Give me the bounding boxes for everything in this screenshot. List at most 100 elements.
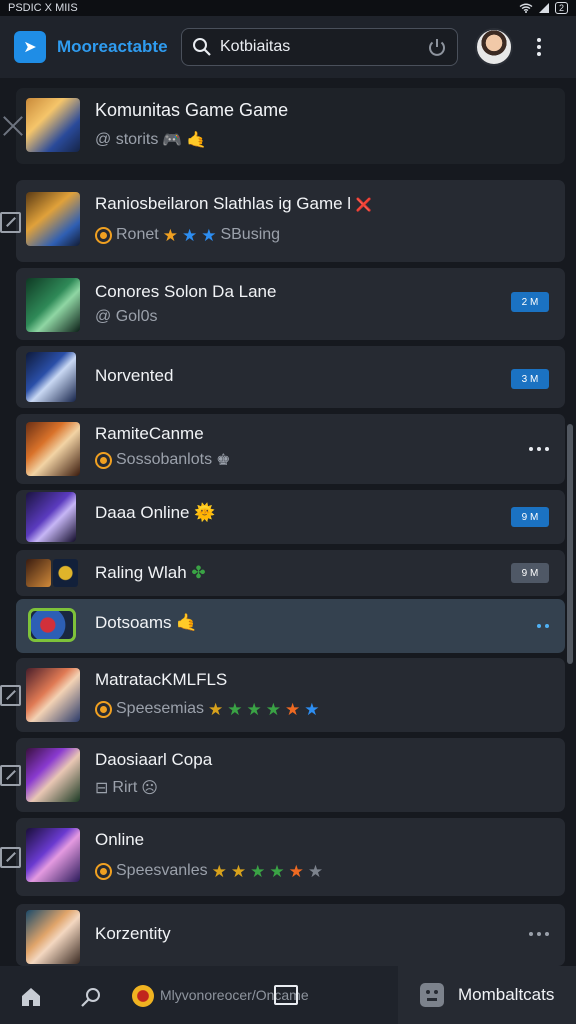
item-title-emoji: 🤙 (176, 613, 198, 632)
list-item-selected[interactable]: Dotsoams 🤙 (16, 599, 565, 653)
external-link-icon[interactable] (0, 765, 21, 786)
list-item[interactable]: Raniosbeilaron Slathlas ig Game l ❌ Rone… (0, 180, 565, 262)
star-icon: ★ (211, 861, 227, 881)
game-thumbnail (26, 422, 80, 476)
battery-icon: 2 (554, 2, 568, 14)
wifi-icon (519, 3, 533, 13)
nav-tab-active[interactable]: Mombaltcats (398, 966, 576, 1024)
list-item[interactable]: Online Speesvanles ★ ★ ★ ★ ★ ★ (0, 818, 565, 896)
crown-icon: ♚ (216, 452, 231, 469)
external-link-icon[interactable] (0, 685, 21, 706)
list-item[interactable]: Conores Solon Da Lane @ Gol0s 2 M (16, 268, 565, 340)
search-icon[interactable] (80, 986, 102, 1008)
status-bar: PSDIC X MIIS 2 (0, 0, 576, 16)
item-title: Korzentity (95, 924, 171, 943)
item-subtitle: @ Gol0s (95, 308, 158, 325)
game-thumbnail (26, 910, 80, 964)
search-icon (193, 38, 211, 56)
status-text: PSDIC X MIIS (8, 2, 78, 14)
community-icon (420, 983, 444, 1007)
nav-center-label[interactable]: Mlyvonoreocer/Oncame (160, 987, 356, 1003)
item-subtitle: Speesemias (116, 700, 205, 717)
item-title: Daaa Online (95, 503, 190, 522)
inbox-icon: ⊟ (95, 780, 109, 797)
game-thumbnail (28, 608, 76, 642)
item-title-emoji: 🌞 (194, 503, 216, 522)
pinned-subtitle: @ storits (95, 131, 159, 148)
star-icon: ★ (162, 225, 178, 245)
list-item[interactable]: Daaa Online 🌞 9 M (16, 490, 565, 544)
list-item[interactable]: Raling Wlah ✤ 9 M (16, 550, 565, 596)
game-thumbnail (26, 98, 80, 152)
star-icon: ★ (246, 699, 262, 719)
game-coin-icon[interactable] (132, 985, 154, 1007)
scrollbar[interactable] (567, 424, 573, 664)
star-icon: ★ (201, 225, 217, 245)
app-logo-icon[interactable]: ➤ (14, 31, 46, 63)
star-icon: ★ (304, 699, 320, 719)
pinned-title: Komunitas Game Game (95, 100, 289, 120)
more-options-icon[interactable] (529, 447, 549, 451)
star-icon: ★ (208, 699, 224, 719)
home-icon[interactable] (20, 986, 42, 1008)
game-thumbnail (26, 492, 76, 542)
coin-icon (95, 226, 112, 244)
list-item[interactable]: Daosiaarl Copa ⊟ Rirt ☹ (0, 738, 565, 812)
item-subtitle: Sossobanlots (116, 451, 213, 468)
item-title: Conores Solon Da Lane (95, 282, 277, 301)
list-item[interactable]: Korzentity (16, 904, 565, 966)
game-thumbnail (26, 828, 80, 882)
chat-icon[interactable] (274, 985, 298, 1005)
power-icon[interactable] (427, 37, 447, 57)
item-subtitle-extra: SBusing (220, 226, 281, 243)
search-box[interactable] (181, 28, 458, 66)
face-icon: ☹ (141, 780, 158, 797)
list-item[interactable]: RamiteCanme Sossobanlots ♚ (16, 414, 565, 484)
item-title: Online (95, 830, 145, 849)
search-input[interactable] (220, 38, 427, 56)
user-avatar[interactable] (475, 28, 513, 66)
more-options-icon[interactable] (537, 624, 549, 628)
star-icon: ★ (307, 861, 324, 881)
item-title: Raling Wlah (95, 563, 187, 582)
item-title: Daosiaarl Copa (95, 750, 213, 769)
member-count-badge[interactable]: 3 M (511, 369, 549, 389)
community-list: Komunitas Game Game @ storits 🎮 🤙 Ranios… (0, 78, 576, 966)
pinned-community-card[interactable]: Komunitas Game Game @ storits 🎮 🤙 (16, 88, 565, 164)
game-thumbnail (26, 668, 80, 722)
game-thumbnail (53, 559, 78, 587)
app-title: Mooreactabte (57, 37, 168, 56)
coin-icon (95, 862, 112, 880)
item-title: RamiteCanme (95, 424, 204, 443)
star-icon: ★ (230, 861, 247, 881)
signal-icon (538, 3, 549, 13)
star-icon: ★ (269, 861, 285, 881)
list-item[interactable]: MatratacKMLFLS Speesemias ★ ★ ★ ★ ★ ★ (0, 658, 565, 732)
member-count-badge[interactable]: 9 M (511, 563, 549, 583)
member-count-badge[interactable]: 9 M (511, 507, 549, 527)
game-thumbnail (26, 352, 76, 402)
item-subtitle: Ronet (116, 226, 159, 243)
star-icon: ★ (265, 699, 282, 719)
item-title: Raniosbeilaron Slathlas ig Game l (95, 194, 352, 213)
external-link-icon[interactable] (0, 847, 21, 868)
list-item[interactable]: Norvented 3 M (16, 346, 565, 408)
item-title-emoji: ❌ (355, 197, 373, 212)
external-link-icon[interactable] (0, 212, 21, 233)
overflow-menu-icon[interactable] (529, 38, 549, 56)
member-count-badge[interactable]: 2 M (511, 292, 549, 312)
game-thumbnail (26, 278, 80, 332)
star-icon: ★ (227, 699, 243, 719)
more-options-icon[interactable] (529, 932, 549, 936)
game-thumbnail-pair (26, 559, 78, 587)
coin-icon (95, 700, 112, 718)
item-subtitle: Speesvanles (116, 862, 208, 879)
close-icon[interactable] (2, 115, 24, 137)
item-title: MatratacKMLFLS (95, 670, 228, 689)
game-thumbnail (26, 192, 80, 246)
app-bar: ➤ Mooreactabte (0, 16, 576, 78)
star-icon: ★ (285, 699, 301, 719)
game-thumbnail (26, 748, 80, 802)
item-title: Norvented (95, 366, 174, 385)
item-subtitle: Rirt (112, 779, 138, 796)
